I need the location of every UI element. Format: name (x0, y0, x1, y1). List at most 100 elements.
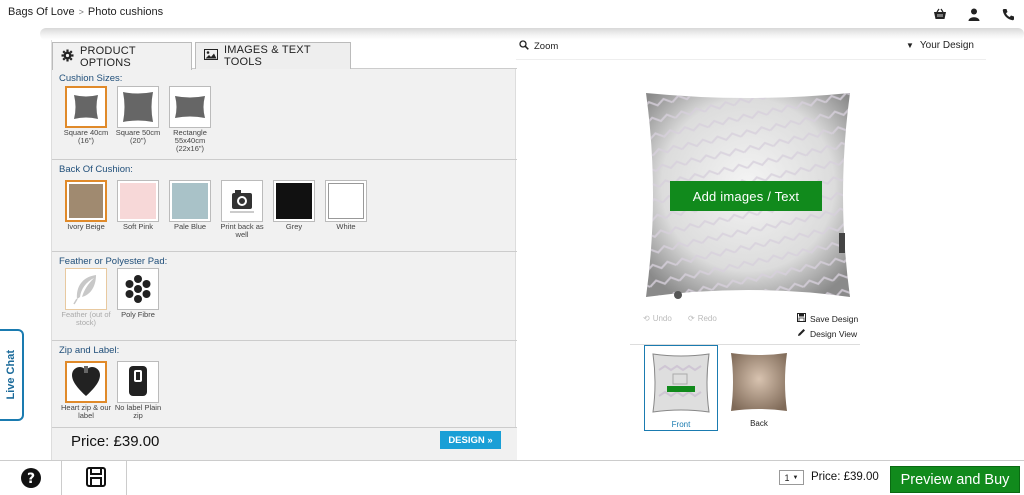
cushion-shape-icon (65, 86, 107, 128)
zoom-control[interactable]: Zoom (519, 40, 558, 53)
color-swatch (325, 180, 367, 222)
option-label: Pale Blue (173, 222, 207, 231)
your-design-dropdown[interactable]: ▼ Your Design (906, 40, 974, 51)
option-label: Square 50cm (20") (115, 128, 161, 145)
tab-label: IMAGES & TEXT TOOLS (224, 44, 311, 68)
your-design-label: Your Design (919, 40, 974, 51)
divider (516, 59, 986, 60)
back-option-ivory-beige[interactable]: Ivory Beige (60, 180, 112, 231)
option-label: White (336, 222, 356, 231)
option-label: No label Plain zip (114, 403, 162, 420)
help-icon[interactable]: ? (20, 467, 42, 489)
design-button[interactable]: DESIGN » (440, 431, 501, 449)
product-options-panel: PRODUCT OPTIONS IMAGES & TEXT TOOLS Cush… (51, 40, 517, 460)
section-title: Back Of Cushion: (59, 164, 133, 175)
save-design-label: Save Design (810, 313, 859, 324)
redo-icon: ⟳ (688, 314, 695, 323)
back-option-grey[interactable]: Grey (268, 180, 320, 231)
tab-product-options[interactable]: PRODUCT OPTIONS (52, 42, 192, 70)
floppy-icon (797, 313, 806, 324)
pad-option-poly-fibre[interactable]: Poly Fibre (112, 268, 164, 319)
option-label: Rectangle 55x40cm (22x16") (173, 128, 207, 153)
live-chat-label: Live Chat (5, 350, 17, 400)
total-price: Price: £39.00 (811, 471, 879, 483)
svg-text:?: ? (27, 471, 35, 487)
section-title: Zip and Label: (59, 345, 120, 356)
thumb-front[interactable]: Front (644, 345, 718, 431)
feather-icon (65, 268, 107, 310)
back-option-soft-pink[interactable]: Soft Pink (112, 180, 164, 231)
divider (126, 461, 127, 495)
pencil-icon (797, 328, 806, 339)
color-swatch (117, 180, 159, 222)
back-option-white[interactable]: White (320, 180, 372, 231)
pad-option-feather[interactable]: Feather (out of stock) (60, 268, 112, 327)
phone-icon[interactable] (1000, 6, 1016, 22)
design-view-button[interactable]: Design View (797, 328, 857, 339)
size-option-rectangle[interactable]: Rectangle 55x40cm (22x16") (164, 86, 216, 153)
caret-down-icon: ▼ (792, 474, 799, 481)
save-icon[interactable] (85, 466, 107, 488)
option-label: Print back as well (220, 222, 264, 239)
quantity-select[interactable]: 1 ▼ (779, 470, 804, 485)
section-title: Feather or Polyester Pad: (59, 256, 168, 267)
breadcrumb-separator: > (78, 7, 84, 17)
thumb-label: Back (750, 419, 768, 428)
plain-zip-icon (117, 361, 159, 403)
color-swatch (65, 180, 107, 222)
tab-images-text-tools[interactable]: IMAGES & TEXT TOOLS (195, 42, 351, 69)
tab-label: PRODUCT OPTIONS (80, 44, 136, 69)
heart-zip-icon (65, 361, 107, 403)
live-chat-button[interactable]: Live Chat (0, 329, 24, 421)
design-view-label: Design View (810, 328, 858, 339)
panel-price: Price: £39.00 (71, 433, 160, 450)
cushion-shape-icon (117, 86, 159, 128)
redo-label: Redo (697, 314, 717, 323)
preview-and-buy-button[interactable]: Preview and Buy (890, 466, 1020, 493)
color-swatch (169, 180, 211, 222)
section-pad: Feather or Polyester Pad: Feather (out o… (52, 252, 517, 341)
basket-icon[interactable] (932, 6, 948, 22)
price-bar: Price: £39.00 DESIGN » (52, 428, 517, 460)
zoom-label: Zoom (534, 41, 559, 52)
quantity-value: 1 (784, 472, 790, 483)
zip-option-plain[interactable]: No label Plain zip (112, 361, 164, 420)
option-label: Soft Pink (122, 222, 153, 231)
magnifier-icon (519, 40, 529, 53)
page: Bags Of Love > Photo cushions PRODUCT OPTI… (0, 0, 1024, 495)
thumb-label: Front (671, 420, 691, 429)
bottom-bar: ? 1 ▼ Price: £39.00 Preview and Buy (0, 460, 1024, 495)
undo-button[interactable]: ⟲ Undo (643, 314, 672, 323)
option-label: Square 40cm (16") (63, 128, 109, 145)
gear-icon (61, 49, 74, 65)
back-option-pale-blue[interactable]: Pale Blue (164, 180, 216, 231)
breadcrumb-home[interactable]: Bags Of Love (8, 6, 75, 18)
section-cushion-sizes: Cushion Sizes: Square 40cm (16") Square … (52, 69, 517, 160)
size-option-square-50[interactable]: Square 50cm (20") (112, 86, 164, 145)
option-label: Heart zip & our label (60, 403, 112, 420)
zip-option-heart[interactable]: Heart zip & our label (60, 361, 112, 420)
undo-icon: ⟲ (643, 314, 650, 323)
header-shadow (40, 28, 1024, 40)
image-icon (204, 49, 218, 63)
size-option-square-40[interactable]: Square 40cm (16") (60, 86, 112, 145)
caret-down-icon: ▼ (905, 41, 914, 50)
option-label: Poly Fibre (121, 310, 155, 319)
photo-print-icon (221, 180, 263, 222)
user-icon[interactable] (966, 6, 982, 22)
add-images-text-button[interactable]: Add images / Text (670, 181, 822, 211)
thumb-back[interactable]: Back (722, 345, 796, 431)
divider (61, 461, 62, 495)
poly-fibre-icon (117, 268, 159, 310)
option-label: Feather (out of stock) (61, 310, 111, 327)
save-design-button[interactable]: Save Design (797, 313, 858, 324)
tab-bar: PRODUCT OPTIONS IMAGES & TEXT TOOLS (52, 40, 517, 70)
section-title: Cushion Sizes: (59, 73, 123, 84)
breadcrumb-current: Photo cushions (87, 6, 164, 18)
redo-button[interactable]: ⟳ Redo (688, 314, 717, 323)
color-swatch (273, 180, 315, 222)
back-option-print-back[interactable]: Print back as well (216, 180, 268, 239)
cushion-shape-icon (169, 86, 211, 128)
option-label: Grey (285, 222, 303, 231)
top-bar: Bags Of Love > Photo cushions (0, 0, 1024, 30)
